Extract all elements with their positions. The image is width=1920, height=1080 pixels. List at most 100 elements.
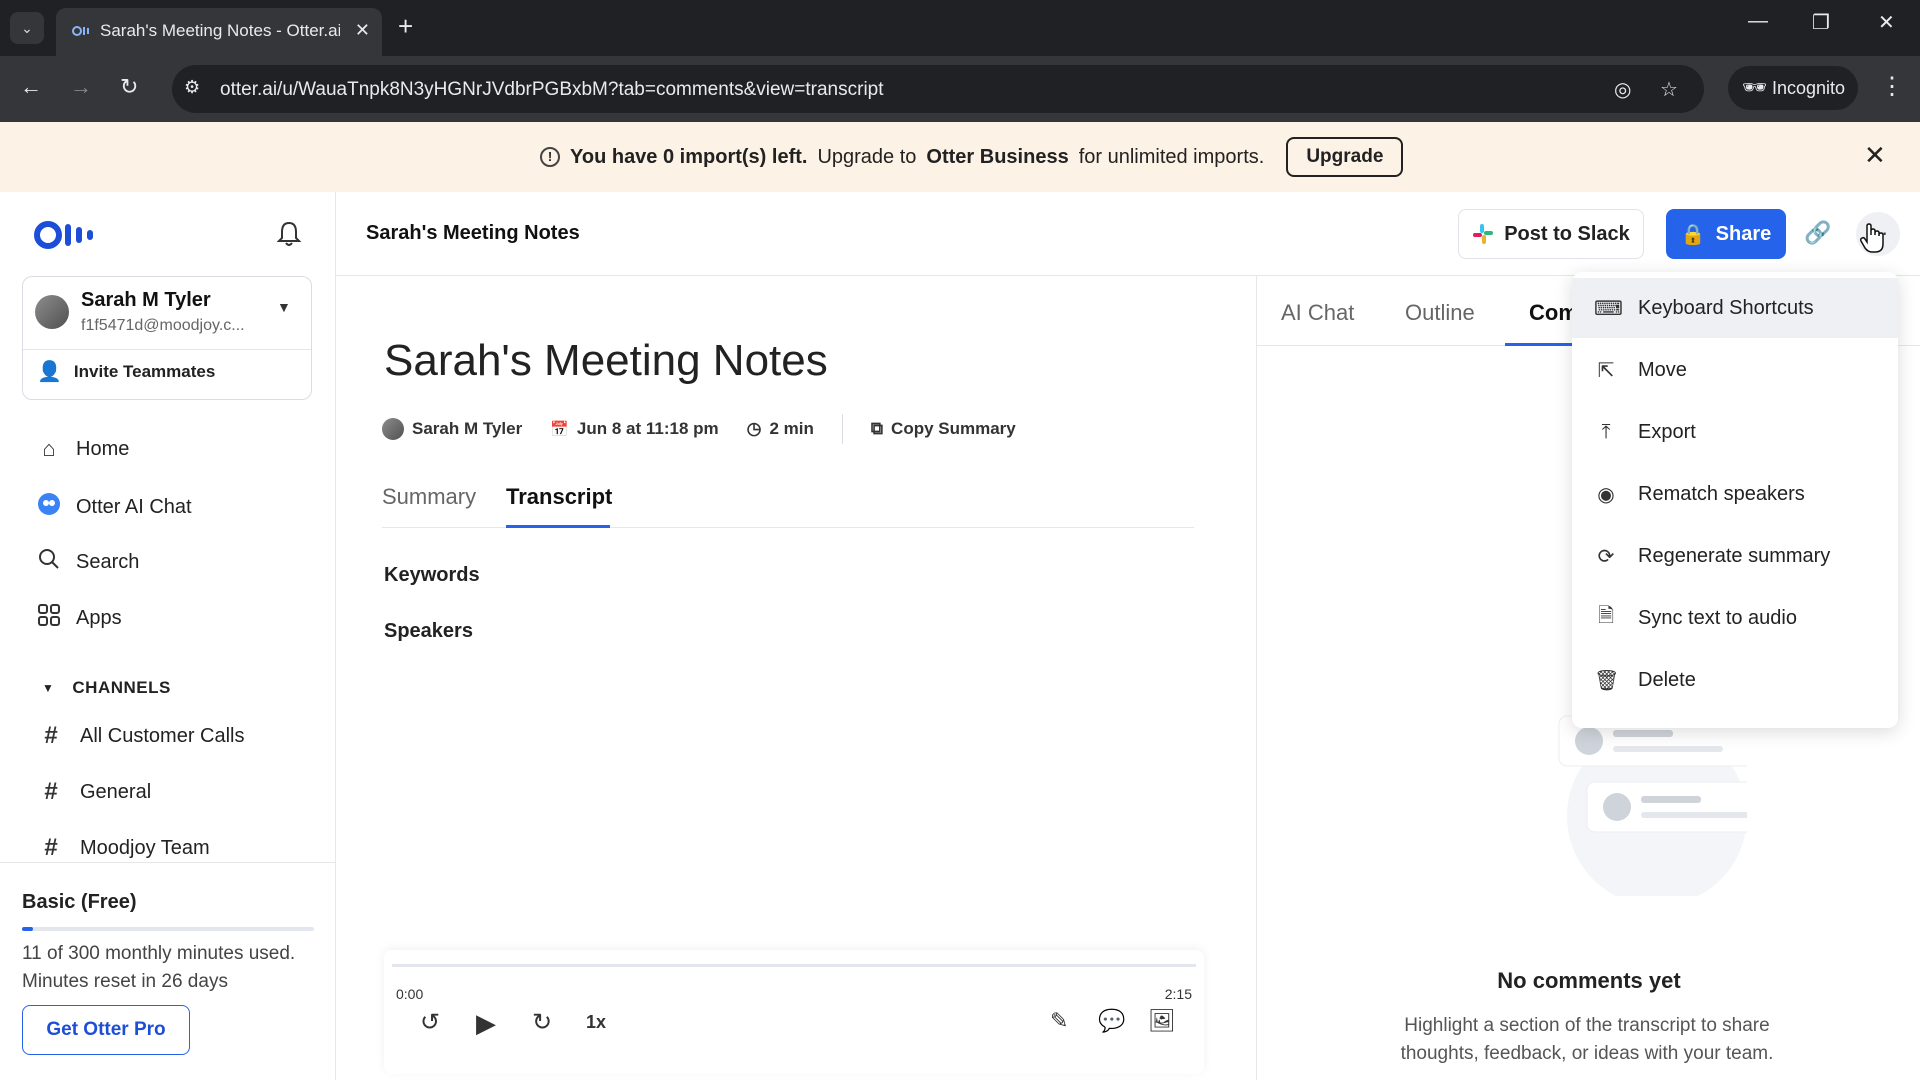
bookmark-star-icon[interactable]: ☆: [1660, 77, 1678, 102]
highlight-marker-icon[interactable]: ✎: [1050, 1008, 1068, 1034]
channel-label: General: [80, 780, 152, 803]
plan-usage-panel: Basic (Free) 11 of 300 monthly minutes u…: [0, 862, 335, 1080]
copy-icon: ⧉: [870, 419, 884, 438]
otter-ai-chat-icon: [36, 492, 62, 522]
post-to-slack-label: Post to Slack: [1504, 222, 1630, 245]
channel-item[interactable]: # General: [38, 778, 151, 806]
lock-icon: 🔒: [1680, 223, 1706, 246]
active-tab-indicator: [1505, 343, 1575, 346]
export-icon: ⤒: [1601, 420, 1611, 443]
tab-comments[interactable]: Com: [1529, 300, 1578, 326]
account-email: f1f5471d@moodjoy.c...: [81, 317, 245, 334]
channel-label: Moodjoy Team: [80, 836, 210, 859]
upgrade-button[interactable]: Upgrade: [1286, 137, 1404, 177]
menu-item-keyboard-shortcuts[interactable]: ⌨ Keyboard Shortcuts: [1572, 278, 1898, 338]
minimize-icon[interactable]: —: [1748, 10, 1768, 33]
chevron-down-icon: ▼: [42, 681, 55, 695]
url-text: otter.ai/u/WauaTnpk8N3yHGNrJVdbrPGBxbM?t…: [220, 79, 884, 100]
audio-player: 0:00 2:15 ↺ ▶ ↻ 1x ✎ 💬 🖼: [384, 950, 1204, 1074]
menu-item-rematch-speakers[interactable]: ◉ Rematch speakers: [1572, 464, 1898, 524]
channel-label: All Customer Calls: [80, 724, 245, 747]
keyboard-icon: ⌨: [1594, 297, 1623, 320]
get-otter-pro-button[interactable]: Get Otter Pro: [22, 1005, 190, 1055]
hash-icon: #: [44, 778, 58, 805]
play-icon[interactable]: ▶: [476, 1008, 496, 1039]
restore-icon[interactable]: ❐: [1812, 10, 1830, 35]
playback-speed[interactable]: 1x: [586, 1012, 606, 1033]
image-icon[interactable]: 🖼: [1148, 1008, 1176, 1034]
share-button[interactable]: 🔒 Share: [1666, 209, 1786, 259]
notifications-bell-icon[interactable]: [276, 220, 302, 248]
banner-unlimited: for unlimited imports.: [1078, 145, 1265, 168]
tab-close-icon[interactable]: ✕: [355, 20, 370, 41]
total-time: 2:15: [1164, 986, 1192, 1002]
new-tab-icon[interactable]: +: [398, 12, 413, 40]
tab-transcript[interactable]: Transcript: [506, 484, 612, 510]
plan-title: Basic (Free): [22, 891, 137, 913]
sidebar-item-apps[interactable]: Apps: [36, 604, 122, 632]
copy-link-icon[interactable]: 🔗: [1804, 220, 1831, 246]
menu-item-label: Rematch speakers: [1638, 482, 1805, 505]
browser-menu-icon[interactable]: ⋮: [1880, 72, 1904, 101]
copy-summary-button[interactable]: ⧉ Copy Summary: [871, 419, 1016, 439]
hand-cursor-icon: [1859, 223, 1884, 253]
incognito-badge[interactable]: 🕶 Incognito: [1728, 66, 1858, 110]
tab-summary[interactable]: Summary: [382, 484, 476, 510]
sidebar-item-home[interactable]: ⌂ Home: [36, 436, 129, 462]
empty-state-line: Highlight a section of the transcript to…: [1404, 1015, 1770, 1036]
tab-title: Sarah's Meeting Notes - Otter.ai: [100, 21, 340, 40]
browser-tab[interactable]: Sarah's Meeting Notes - Otter.ai ✕: [56, 8, 382, 56]
menu-item-delete[interactable]: 🗑 Delete: [1572, 650, 1898, 710]
chevron-down-icon[interactable]: ▼: [277, 299, 291, 315]
menu-item-move[interactable]: ⇱ Move: [1572, 340, 1898, 400]
hash-icon: #: [44, 834, 58, 861]
tab-search-button[interactable]: ⌄: [10, 12, 44, 44]
meta-author-name: Sarah M Tyler: [412, 419, 523, 438]
incognito-label: Incognito: [1772, 78, 1846, 98]
add-user-icon: 👤: [37, 361, 62, 383]
speakers-heading[interactable]: Speakers: [384, 620, 473, 643]
menu-item-label: Move: [1638, 358, 1687, 381]
sidebar-item-otter-ai-chat[interactable]: Otter AI Chat: [36, 492, 192, 522]
home-icon: ⌂: [42, 436, 56, 461]
sidebar-item-label: Search: [76, 550, 140, 573]
sidebar: Sarah M Tyler f1f5471d@moodjoy.c... ▼ 👤 …: [0, 192, 336, 1080]
back-icon[interactable]: ←: [20, 74, 42, 100]
window-close-icon[interactable]: ✕: [1878, 10, 1895, 35]
menu-item-export[interactable]: ⤒ Export: [1572, 402, 1898, 462]
divider: [841, 414, 843, 444]
address-bar[interactable]: ⚙ otter.ai/u/WauaTnpk8N3yHGNrJVdbrPGBxbM…: [172, 65, 1704, 113]
channel-item[interactable]: # All Customer Calls: [38, 722, 244, 750]
minutes-reset-text: Minutes reset in 26 days: [22, 971, 228, 992]
sidebar-item-label: Home: [76, 437, 130, 460]
banner-imports-left: You have 0 import(s) left.: [570, 145, 808, 168]
forward-skip-icon[interactable]: ↻: [532, 1008, 552, 1037]
account-card[interactable]: Sarah M Tyler f1f5471d@moodjoy.c... ▼ 👤 …: [22, 276, 312, 400]
move-icon: ⇱: [1597, 359, 1615, 382]
reload-icon[interactable]: ↻: [120, 74, 138, 100]
otter-logo-icon[interactable]: [34, 220, 102, 250]
channels-section-toggle[interactable]: ▼ CHANNELS: [42, 678, 171, 698]
comment-icon[interactable]: 💬: [1098, 1008, 1125, 1034]
sidebar-item-search[interactable]: Search: [36, 548, 139, 576]
avatar: [382, 418, 404, 440]
tab-ai-chat[interactable]: AI Chat: [1281, 300, 1354, 326]
divider: [23, 349, 311, 350]
menu-item-sync-text-to-audio[interactable]: 🗎 Sync text to audio: [1572, 588, 1898, 648]
rematch-speakers-icon: ◉: [1597, 483, 1615, 506]
tracking-protection-icon[interactable]: ◎: [1614, 77, 1631, 102]
playback-progress-bar[interactable]: [392, 964, 1196, 967]
banner-close-icon[interactable]: ✕: [1864, 140, 1886, 171]
site-settings-icon[interactable]: ⚙: [184, 77, 200, 98]
menu-item-label: Delete: [1638, 668, 1696, 691]
tab-outline[interactable]: Outline: [1405, 300, 1475, 326]
rewind-icon[interactable]: ↺: [420, 1008, 440, 1037]
invite-teammates-button[interactable]: 👤 Invite Teammates: [37, 359, 215, 384]
post-to-slack-button[interactable]: Post to Slack: [1458, 209, 1644, 259]
channels-heading: CHANNELS: [72, 678, 171, 697]
forward-icon[interactable]: →: [70, 74, 92, 100]
menu-item-regenerate-summary[interactable]: ⟳ Regenerate summary: [1572, 526, 1898, 586]
keywords-heading[interactable]: Keywords: [384, 564, 480, 587]
channel-item[interactable]: # Moodjoy Team: [38, 834, 210, 862]
copy-summary-label: Copy Summary: [891, 419, 1016, 438]
